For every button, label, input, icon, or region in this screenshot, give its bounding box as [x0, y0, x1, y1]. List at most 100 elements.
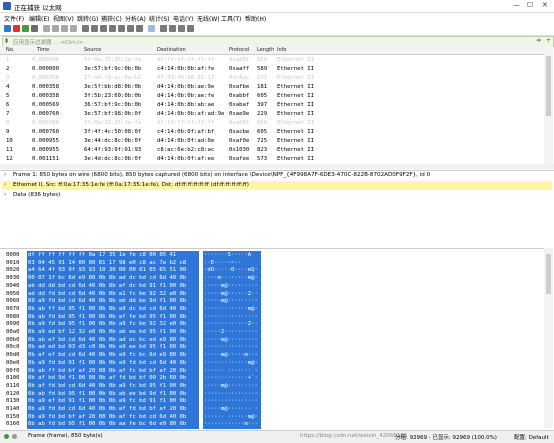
- menu-edit[interactable]: 编辑(E): [29, 14, 49, 23]
- hex-bytes-text: 89 a9 fd bd cd 6d 40 0b 8b ab dd be 9d f…: [28, 298, 187, 305]
- detail-frame[interactable]: › Frame 1: 850 bytes on wire (6800 bits)…: [2, 171, 552, 180]
- hex-ascii-text: ·············m@·: [204, 305, 258, 312]
- packet-row[interactable]: 12 0.001151 3e:4d:dc:8c:0b:0f d4:14:0b:0f:a…: [0, 155, 544, 164]
- go-to-packet-icon[interactable]: [109, 25, 116, 32]
- packet-cell-len: 181: [257, 84, 268, 90]
- colorize-icon[interactable]: [148, 25, 155, 32]
- packet-row[interactable]: 3 0.000358 17:ab:f8:ac:8a:b2 07:43:40:88:81…: [0, 74, 544, 83]
- packet-row[interactable]: 5 0.000358 3f:5b:23:60:0b:0b d4:14:0b:0b:ae…: [0, 92, 544, 101]
- expand-arrow-icon[interactable]: ›: [4, 171, 6, 178]
- hex-ascii-text: ·······5·····A: [204, 252, 252, 258]
- add-filter-button-icon[interactable]: +: [546, 37, 551, 44]
- menu-statistics[interactable]: 统计(S): [149, 14, 170, 23]
- packet-row[interactable]: 9 0.000760 3f:4f:4c:50:08:0f c4:14:0b:0f:af…: [0, 128, 544, 137]
- expand-arrow-icon[interactable]: ›: [4, 181, 6, 188]
- column-no[interactable]: No.: [6, 47, 14, 53]
- packet-list-hscrollbar[interactable]: [0, 164, 554, 169]
- menu-capture[interactable]: 捕获(C): [101, 14, 122, 23]
- hex-ascii-text: ·····m@·········: [204, 382, 258, 389]
- status-packet-count: 分组: 92969 · 已显示: 92969 (100.0%): [395, 435, 497, 441]
- open-file-icon[interactable]: [43, 25, 50, 32]
- start-capture-icon[interactable]: [4, 25, 11, 32]
- resize-columns-icon[interactable]: [187, 25, 194, 32]
- bookmark-icon[interactable]: ▮: [5, 38, 8, 44]
- go-forward-icon[interactable]: [100, 25, 107, 32]
- first-packet-icon[interactable]: [118, 25, 125, 32]
- reload-icon[interactable]: [70, 25, 77, 32]
- packet-cell-len: 850: [257, 120, 268, 126]
- save-file-icon[interactable]: [52, 25, 59, 32]
- packet-row[interactable]: 1 0.000000 ff:0a:15:35:1e:fe df:ff:ff:ff:ff…: [0, 56, 544, 65]
- capture-status-icon[interactable]: [4, 434, 9, 439]
- stop-capture-icon[interactable]: [13, 25, 20, 32]
- capture-options-icon[interactable]: [31, 25, 38, 32]
- bytes-pane-scrollbar[interactable]: [544, 248, 553, 428]
- packet-cell-time: 0.000000: [32, 66, 59, 72]
- column-destination[interactable]: Destination: [157, 47, 186, 53]
- packet-cell-info: Ethernet II: [277, 111, 315, 117]
- minimize-icon[interactable]: —: [513, 1, 520, 9]
- menu-telephony[interactable]: 电话(Y): [173, 14, 193, 23]
- packet-cell-proto: 0xa09f: [229, 120, 250, 126]
- menu-analyze[interactable]: 分析(A): [125, 14, 146, 23]
- column-source[interactable]: Source: [84, 47, 101, 53]
- column-protocol[interactable]: Protocol: [229, 47, 249, 53]
- hex-ascii-text: ··E·····~··: [204, 259, 242, 266]
- apply-filter-icon[interactable]: ➔: [536, 37, 541, 44]
- menu-view[interactable]: 视图(V): [53, 14, 74, 23]
- close-file-icon[interactable]: [61, 25, 68, 32]
- menu-file[interactable]: 文件(F): [4, 14, 24, 23]
- packet-row[interactable]: 4 0.000358 3e:5f:bb:d8:0b:0b d4:14:0b:0b:ae…: [0, 83, 544, 92]
- menu-go[interactable]: 跳转(G): [77, 14, 98, 23]
- autoscroll-icon[interactable]: [136, 25, 143, 32]
- packet-list-scrollbar[interactable]: [544, 46, 553, 164]
- hex-ascii[interactable]: ············m···: [203, 420, 261, 429]
- hex-bytes[interactable]: 0b ab fd bd 95 f1 00 0b 0b aa fe bc 6d e…: [27, 420, 199, 429]
- menu-wireless[interactable]: 无线(W): [197, 14, 220, 23]
- column-length[interactable]: Length: [257, 47, 274, 53]
- zoom-reset-icon[interactable]: [178, 25, 185, 32]
- menu-tools[interactable]: 工具(T): [221, 14, 241, 23]
- zoom-in-icon[interactable]: [160, 25, 167, 32]
- packet-cell-proto: 0xafee: [229, 156, 250, 162]
- find-packet-icon[interactable]: [82, 25, 89, 32]
- close-icon[interactable]: ✕: [542, 1, 548, 9]
- detail-ethernet[interactable]: › Ethernet II, Src: ff:0a:17:35:1e:fe (f…: [2, 181, 552, 190]
- packet-cell-src: 3e:57:bf:98:0b:0f: [84, 111, 142, 117]
- packet-cell-no: 7: [6, 111, 10, 117]
- packet-cell-src: ff:0a:15:35:1e:fe: [84, 57, 142, 63]
- hex-ascii-text: ······ ······· ·: [204, 367, 258, 374]
- zoom-out-icon[interactable]: [169, 25, 176, 32]
- packet-cell-proto: 0xa09f: [229, 57, 250, 63]
- packet-row[interactable]: 8 0.000760 ff:0a:15:35:1e:fe df:ff:ff:ff:ff…: [0, 119, 544, 128]
- column-time[interactable]: Time: [37, 47, 49, 53]
- detail-data[interactable]: › Data (836 bytes): [2, 191, 552, 200]
- go-back-icon[interactable]: [91, 25, 98, 32]
- packet-row[interactable]: 11 0.000955 64:4f:93:9f:91:93 c8:ac:6e:b2:c…: [0, 146, 544, 155]
- packet-row[interactable]: 6 0.000569 36:57:bf:9c:0b:0b d4:14:0b:8b:ab…: [0, 101, 544, 110]
- packet-cell-dst: d4:14:0b:0f:ad:0e: [157, 138, 215, 144]
- expand-arrow-icon[interactable]: ›: [4, 191, 6, 198]
- last-packet-icon[interactable]: [127, 25, 134, 32]
- packet-row[interactable]: 10 0.000955 3e:44:dc:8c:0b:0f d4:14:0b:0f:a…: [0, 137, 544, 146]
- watermark-url: https://blog.csdn.net/weixin_42066185: [300, 433, 408, 439]
- packet-cell-info: Ethernet II: [277, 84, 315, 90]
- detail-text: Data (836 bytes): [13, 192, 61, 198]
- scrollbar-thumb[interactable]: [546, 254, 551, 294]
- packet-cell-dst: df:ff:ff:ff:ff:ff: [157, 120, 215, 126]
- hex-offset: 0120: [6, 390, 20, 397]
- packet-cell-info: Ethernet II: [277, 75, 315, 81]
- hex-offset: 00a0: [6, 329, 20, 335]
- status-profile[interactable]: 配置: Default: [514, 433, 549, 441]
- packet-row[interactable]: 2 0.000000 3e:57:bf:9c:0b:0b c4:14:0b:0b:af…: [0, 65, 544, 74]
- detail-text: Ethernet II, Src: ff:0a:17:35:1e:fe (ff:…: [13, 182, 249, 188]
- hex-offset: 0090: [6, 321, 20, 328]
- packet-cell-info: Ethernet II: [277, 120, 315, 126]
- packet-row[interactable]: 7 0.000760 3e:57:bf:98:0b:0f d4:14:0b:0b:af…: [0, 110, 544, 119]
- column-info[interactable]: Info: [277, 47, 286, 53]
- expert-info-icon[interactable]: [12, 434, 17, 439]
- maximize-icon[interactable]: ☐: [527, 1, 533, 9]
- scrollbar-thumb[interactable]: [546, 56, 551, 116]
- restart-capture-icon[interactable]: [22, 25, 29, 32]
- menu-help[interactable]: 帮助(H): [245, 14, 266, 23]
